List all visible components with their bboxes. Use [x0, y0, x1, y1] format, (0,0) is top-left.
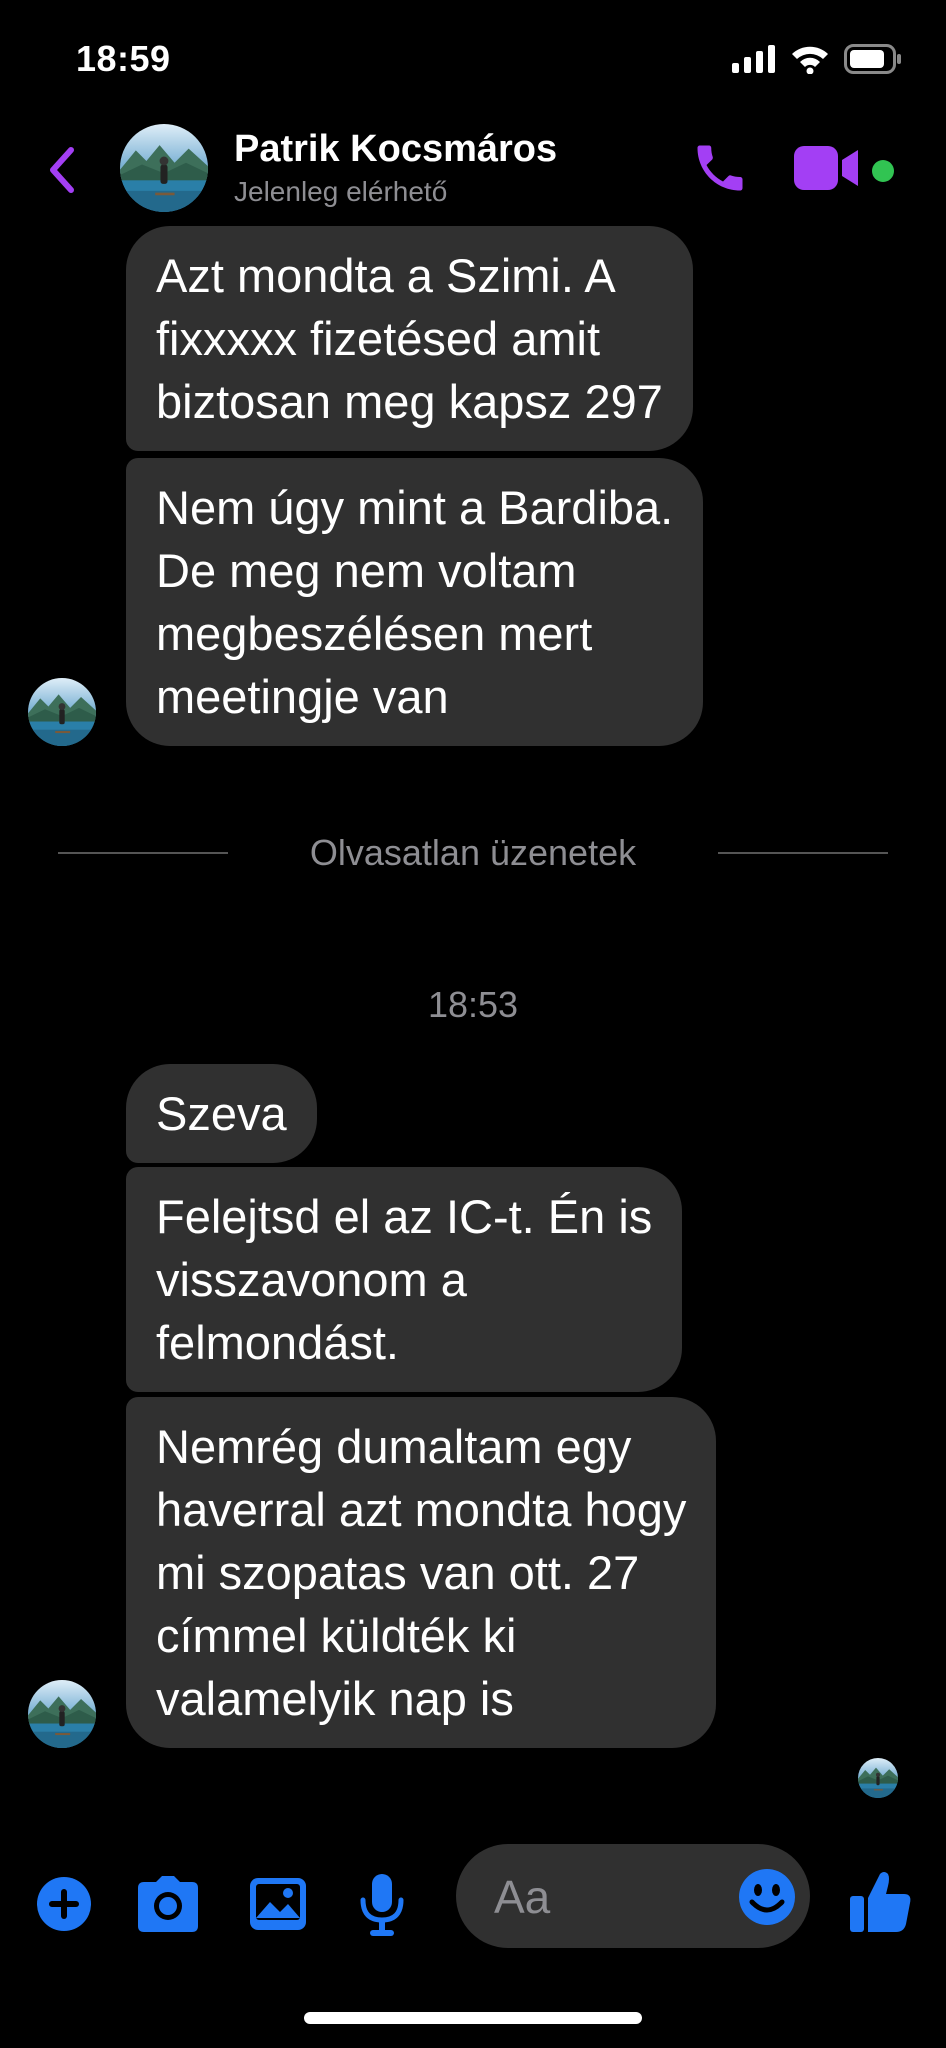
message-line: meetingje van — [156, 670, 449, 723]
message-bubble[interactable]: Felejtsd el az IC-t. Én is visszavonom a… — [126, 1167, 683, 1392]
sender-avatar[interactable] — [28, 678, 96, 746]
message-bubble[interactable]: Szeva — [126, 1064, 317, 1163]
video-camera-icon — [794, 146, 858, 190]
gallery-button[interactable] — [248, 1876, 308, 1932]
message-line: felmondást. — [156, 1316, 399, 1369]
camera-icon — [138, 1876, 198, 1932]
message-line: Szeva — [156, 1087, 287, 1140]
message-line: biztosan meg kapsz 297 — [156, 375, 663, 428]
camera-button[interactable] — [136, 1876, 200, 1932]
microphone-icon — [360, 1874, 404, 1936]
message-bubble[interactable]: Nem úgy mint a Bardiba. De meg nem volta… — [126, 458, 704, 746]
message-line: címmel küldték ki — [156, 1609, 517, 1662]
divider-line — [58, 852, 228, 854]
message-bubble[interactable]: Azt mondta a Szimi. A fixxxxx fizetésed … — [126, 226, 693, 451]
home-indicator[interactable] — [304, 2012, 642, 2024]
wifi-icon — [792, 46, 828, 74]
status-icons — [732, 44, 902, 74]
back-button[interactable] — [40, 140, 84, 200]
message-line: visszavonom a — [156, 1253, 467, 1306]
status-bar: 18:59 — [0, 0, 946, 120]
video-call-button[interactable] — [792, 142, 862, 194]
divider-line — [718, 852, 888, 854]
message-timestamp: 18:53 — [427, 984, 519, 1025]
message-bubble[interactable]: Nemrég dumaltam egy haverral azt mondta … — [126, 1397, 717, 1748]
thumbs-up-icon — [850, 1872, 911, 1932]
voice-call-button[interactable] — [690, 138, 750, 198]
gallery-icon — [250, 1878, 306, 1930]
message-input[interactable]: Aa — [456, 1844, 810, 1948]
read-receipt-avatar — [858, 1758, 898, 1798]
voice-message-button[interactable] — [358, 1874, 406, 1936]
phone-icon — [697, 145, 743, 191]
message-line: Felejtsd el az IC-t. Én is — [156, 1190, 653, 1243]
more-actions-button[interactable] — [36, 1876, 92, 1932]
message-composer: Aa — [0, 1840, 946, 1970]
message-line: Nemrég dumaltam egy — [156, 1420, 632, 1473]
battery-icon — [844, 44, 901, 74]
plus-icon — [37, 1877, 91, 1931]
emoji-icon — [739, 1869, 795, 1925]
message-line: megbeszélésen mert — [156, 607, 593, 660]
message-line: Azt mondta a Szimi. A — [156, 249, 616, 302]
message-line: haverral azt mondta hogy — [156, 1483, 687, 1536]
message-line: Nem úgy mint a Bardiba. — [156, 481, 674, 534]
message-line: De meg nem voltam — [156, 544, 577, 597]
sender-avatar[interactable] — [28, 1680, 96, 1748]
contact-status: Jelenleg elérhető — [234, 176, 448, 207]
status-time: 18:59 — [76, 38, 171, 79]
chat-header: Patrik Kocsmáros Jelenleg elérhető — [0, 120, 946, 220]
emoji-button[interactable] — [738, 1868, 796, 1926]
unread-messages-label: Olvasatlan üzenetek — [309, 832, 637, 873]
message-line: valamelyik nap is — [156, 1672, 514, 1725]
chevron-left-icon — [50, 147, 74, 193]
online-status-dot — [872, 160, 894, 182]
message-input-placeholder: Aa — [494, 1871, 551, 1923]
like-button[interactable] — [850, 1870, 912, 1934]
message-line: mi szopatas van ott. 27 — [156, 1546, 640, 1599]
contact-avatar[interactable] — [120, 124, 208, 212]
message-line: fixxxxx fizetésed amit — [156, 312, 601, 365]
contact-name[interactable]: Patrik Kocsmáros — [234, 128, 557, 171]
cellular-signal-icon — [732, 45, 775, 73]
